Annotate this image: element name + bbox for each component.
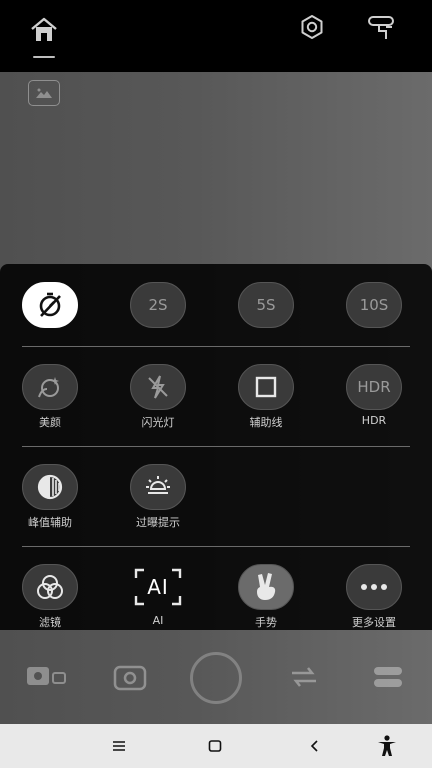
home-icon[interactable] [26, 12, 62, 48]
hdr-button[interactable]: HDR [346, 364, 402, 410]
beauty-icon [38, 377, 59, 398]
peaking-button[interactable] [22, 464, 78, 510]
ai-frame-icon [134, 568, 182, 606]
divider [22, 446, 410, 447]
flip-camera-icon[interactable] [286, 660, 322, 694]
gear-icon[interactable] [294, 10, 330, 46]
home-tab-indicator [33, 56, 55, 58]
overexposure-label: 过曝提示 [136, 516, 180, 529]
timer-2s-button[interactable]: 2S [130, 282, 186, 328]
gridlines-button[interactable] [238, 364, 294, 410]
gesture-hand-icon [257, 573, 276, 600]
peaking-label: 峰值辅助 [28, 516, 72, 529]
flash-off-icon [148, 375, 168, 399]
filter-circles-icon [37, 575, 63, 599]
shutter-button[interactable] [190, 652, 242, 704]
gesture-label: 手势 [255, 616, 277, 629]
ai-label: AI [152, 614, 164, 627]
menu-icon[interactable] [104, 732, 134, 760]
toggles-icon[interactable] [370, 660, 406, 694]
filter-label: 滤镜 [39, 616, 61, 629]
hdr-label: HDR [361, 414, 387, 427]
beauty-button[interactable] [22, 364, 78, 410]
gimbal-icon[interactable] [364, 10, 400, 46]
overexposure-button[interactable] [130, 464, 186, 510]
system-nav-bar [0, 724, 432, 768]
gesture-button[interactable] [238, 564, 294, 610]
camera-switch-icon[interactable] [112, 660, 148, 694]
more-settings-button[interactable] [346, 564, 402, 610]
accessibility-icon[interactable] [372, 732, 402, 760]
filter-button[interactable] [22, 564, 78, 610]
timer-5s-button[interactable]: 5S [238, 282, 294, 328]
back-icon[interactable] [300, 732, 330, 760]
ai-button[interactable]: AI [130, 564, 186, 610]
flash-label: 闪光灯 [141, 416, 175, 429]
timer-off-icon [39, 292, 61, 317]
peaking-icon [37, 474, 63, 500]
timer-off-button[interactable] [22, 282, 78, 328]
more-settings-label: 更多设置 [352, 616, 396, 629]
divider [22, 346, 410, 347]
exposure-sun-icon [146, 476, 170, 494]
square-home-icon[interactable] [200, 732, 230, 760]
gallery-icon[interactable] [28, 80, 60, 106]
more-dots-icon [361, 584, 387, 590]
divider [22, 546, 410, 547]
quick-settings-panel: 2S 5S 10S 美颜 闪光灯 辅助线 HDR HDR 峰值辅助 过曝提示 滤… [0, 264, 432, 630]
gridlines-label: 辅助线 [249, 416, 283, 429]
flash-button[interactable] [130, 364, 186, 410]
top-bar [0, 0, 432, 72]
grid-square-icon [255, 376, 277, 398]
beauty-label: 美颜 [39, 416, 61, 429]
timer-10s-button[interactable]: 10S [346, 282, 402, 328]
photo-mode-icon[interactable] [24, 658, 70, 694]
